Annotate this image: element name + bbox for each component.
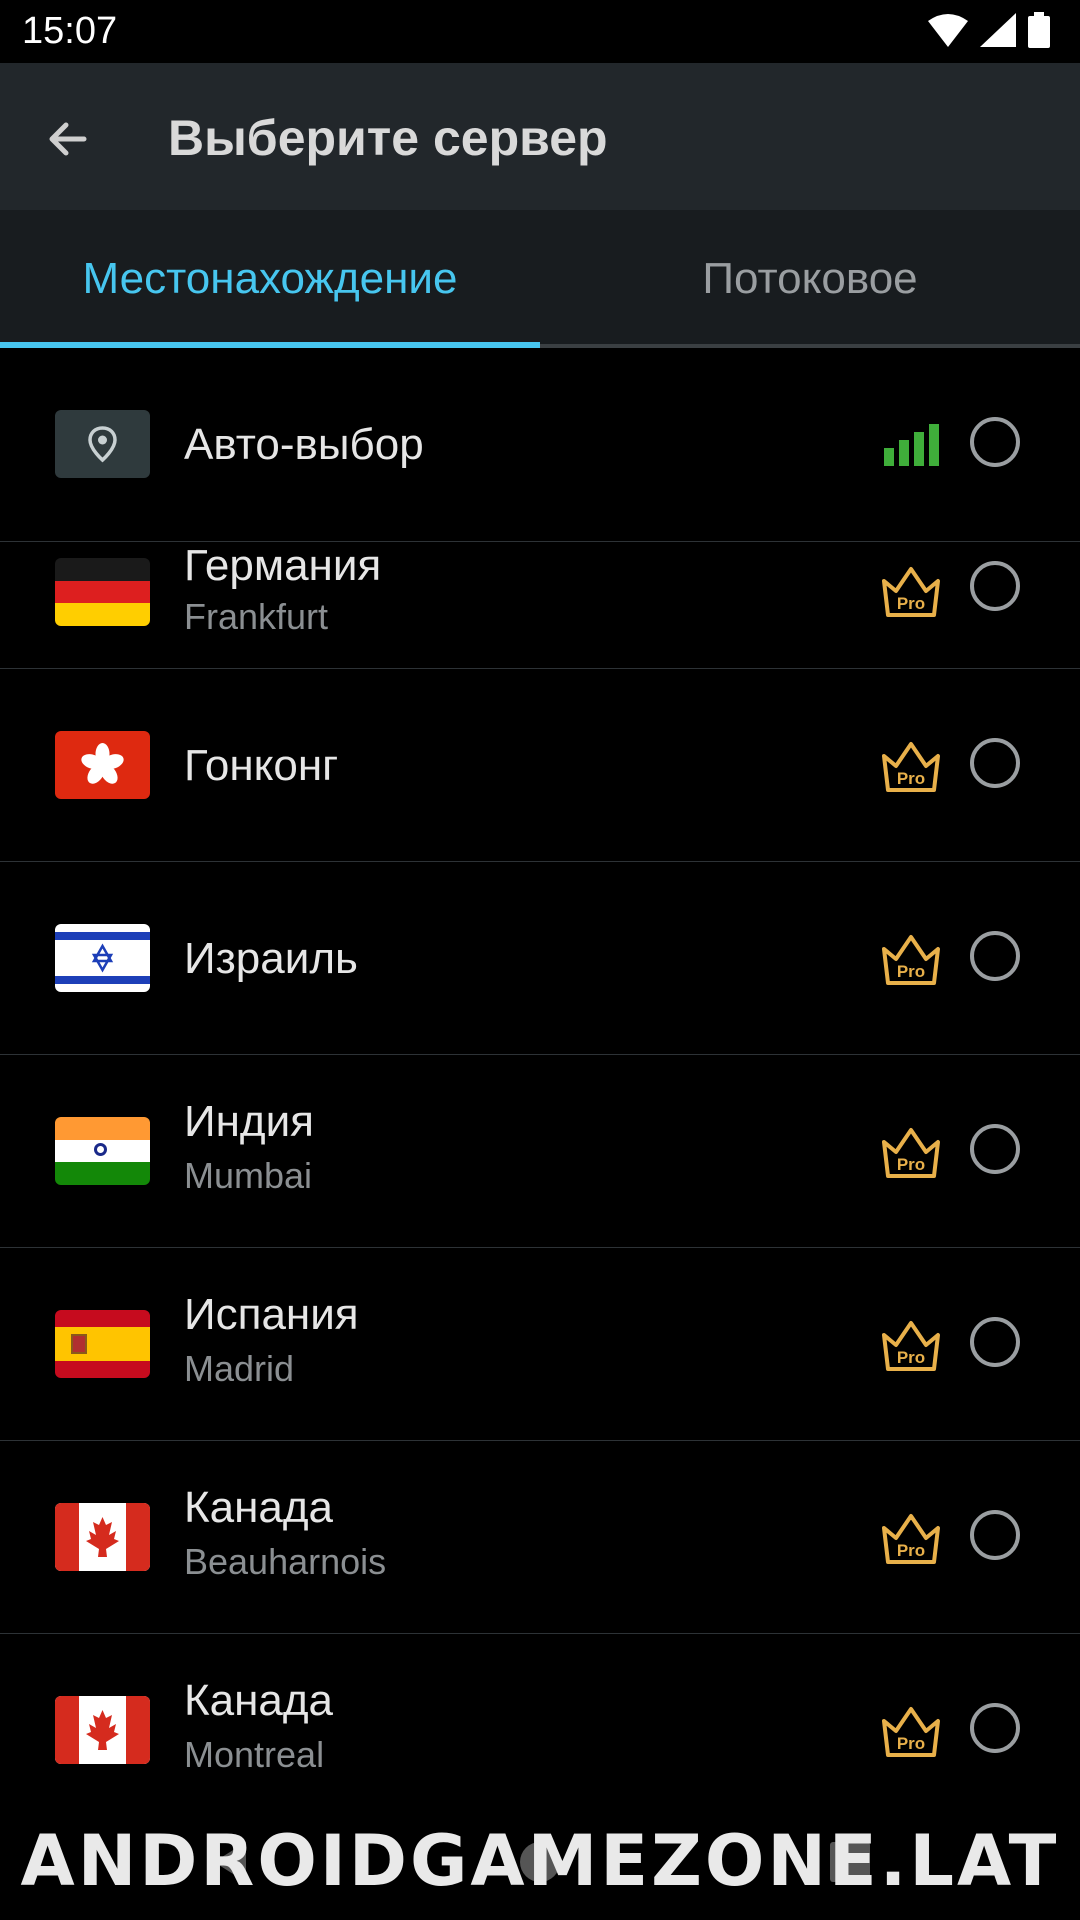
list-item-canada-montreal[interactable]: Канада Montreal Pro (0, 1634, 1080, 1826)
spain-flag-icon (55, 1310, 150, 1378)
canada-flag-icon (55, 1503, 150, 1571)
hong-kong-flag-icon (55, 731, 150, 799)
svg-text:Pro: Pro (897, 962, 925, 981)
server-list[interactable]: Авто-выбор Германия Frankfurt Pro Гонкон… (0, 348, 1080, 1920)
server-country: Израиль (184, 934, 358, 983)
server-city: Montreal (184, 1734, 325, 1775)
radio-button[interactable] (970, 1703, 1020, 1753)
pro-crown-icon: Pro (882, 1514, 940, 1564)
radio-button[interactable] (970, 1510, 1020, 1560)
server-city: Madrid (184, 1348, 295, 1389)
server-city: Mumbai (184, 1155, 313, 1196)
radio-button[interactable] (970, 1124, 1020, 1174)
server-country: Канада (184, 1676, 334, 1725)
radio-button[interactable] (970, 417, 1020, 467)
radio-button[interactable] (970, 561, 1020, 611)
page-title: Выберите сервер (168, 110, 608, 166)
canada-flag-icon (55, 1696, 150, 1764)
israel-flag-icon (55, 924, 150, 992)
svg-text:Pro: Pro (897, 1541, 925, 1560)
list-item-auto-select[interactable]: Авто-выбор (0, 348, 1080, 542)
svg-text:Pro: Pro (897, 769, 925, 788)
list-item-hong-kong[interactable]: Гонконг Pro (0, 669, 1080, 862)
cell-signal-icon (980, 13, 1016, 47)
radio-button[interactable] (970, 931, 1020, 981)
pro-crown-icon: Pro (882, 1321, 940, 1371)
signal-strength-icon (884, 424, 939, 466)
watermark: ANDROIDGAMEZONE.LAT (20, 1820, 1060, 1902)
svg-text:Pro: Pro (897, 594, 925, 613)
server-country: Германия (184, 541, 382, 590)
tab-streaming[interactable]: Потоковое (540, 210, 1080, 348)
app-bar: Выберите сервер (0, 63, 1080, 210)
tab-location[interactable]: Местонахождение (0, 210, 540, 348)
server-city: Beauharnois (184, 1541, 387, 1582)
status-time: 15:07 (22, 10, 118, 52)
auto-select-label: Авто-выбор (184, 420, 424, 469)
pro-crown-icon: Pro (882, 1707, 940, 1757)
location-pin-icon (55, 410, 150, 478)
germany-flag-icon (55, 558, 150, 626)
radio-button[interactable] (970, 1317, 1020, 1367)
svg-text:Pro: Pro (897, 1734, 925, 1753)
radio-button[interactable] (970, 738, 1020, 788)
list-item-spain[interactable]: Испания Madrid Pro (0, 1248, 1080, 1441)
tab-bar: Местонахождение Потоковое (0, 210, 1080, 348)
server-city: Frankfurt (184, 596, 329, 637)
pro-crown-icon: Pro (882, 567, 940, 617)
server-country: Гонконг (184, 741, 339, 790)
battery-icon (1028, 12, 1050, 48)
server-country: Испания (184, 1290, 359, 1339)
server-country: Канада (184, 1483, 334, 1532)
list-item-israel[interactable]: Израиль Pro (0, 862, 1080, 1055)
pro-crown-icon: Pro (882, 742, 940, 792)
india-flag-icon (55, 1117, 150, 1185)
pro-crown-icon: Pro (882, 935, 940, 985)
wifi-icon (928, 14, 968, 47)
server-country: Индия (184, 1097, 315, 1146)
list-item-india[interactable]: Индия Mumbai Pro (0, 1055, 1080, 1248)
list-item-canada-beauharnois[interactable]: Канада Beauharnois Pro (0, 1441, 1080, 1634)
svg-text:Pro: Pro (897, 1155, 925, 1174)
status-bar: 15:07 (0, 0, 1080, 63)
pro-crown-icon: Pro (882, 1128, 940, 1178)
back-arrow-icon[interactable] (40, 111, 96, 167)
svg-text:Pro: Pro (897, 1348, 925, 1367)
